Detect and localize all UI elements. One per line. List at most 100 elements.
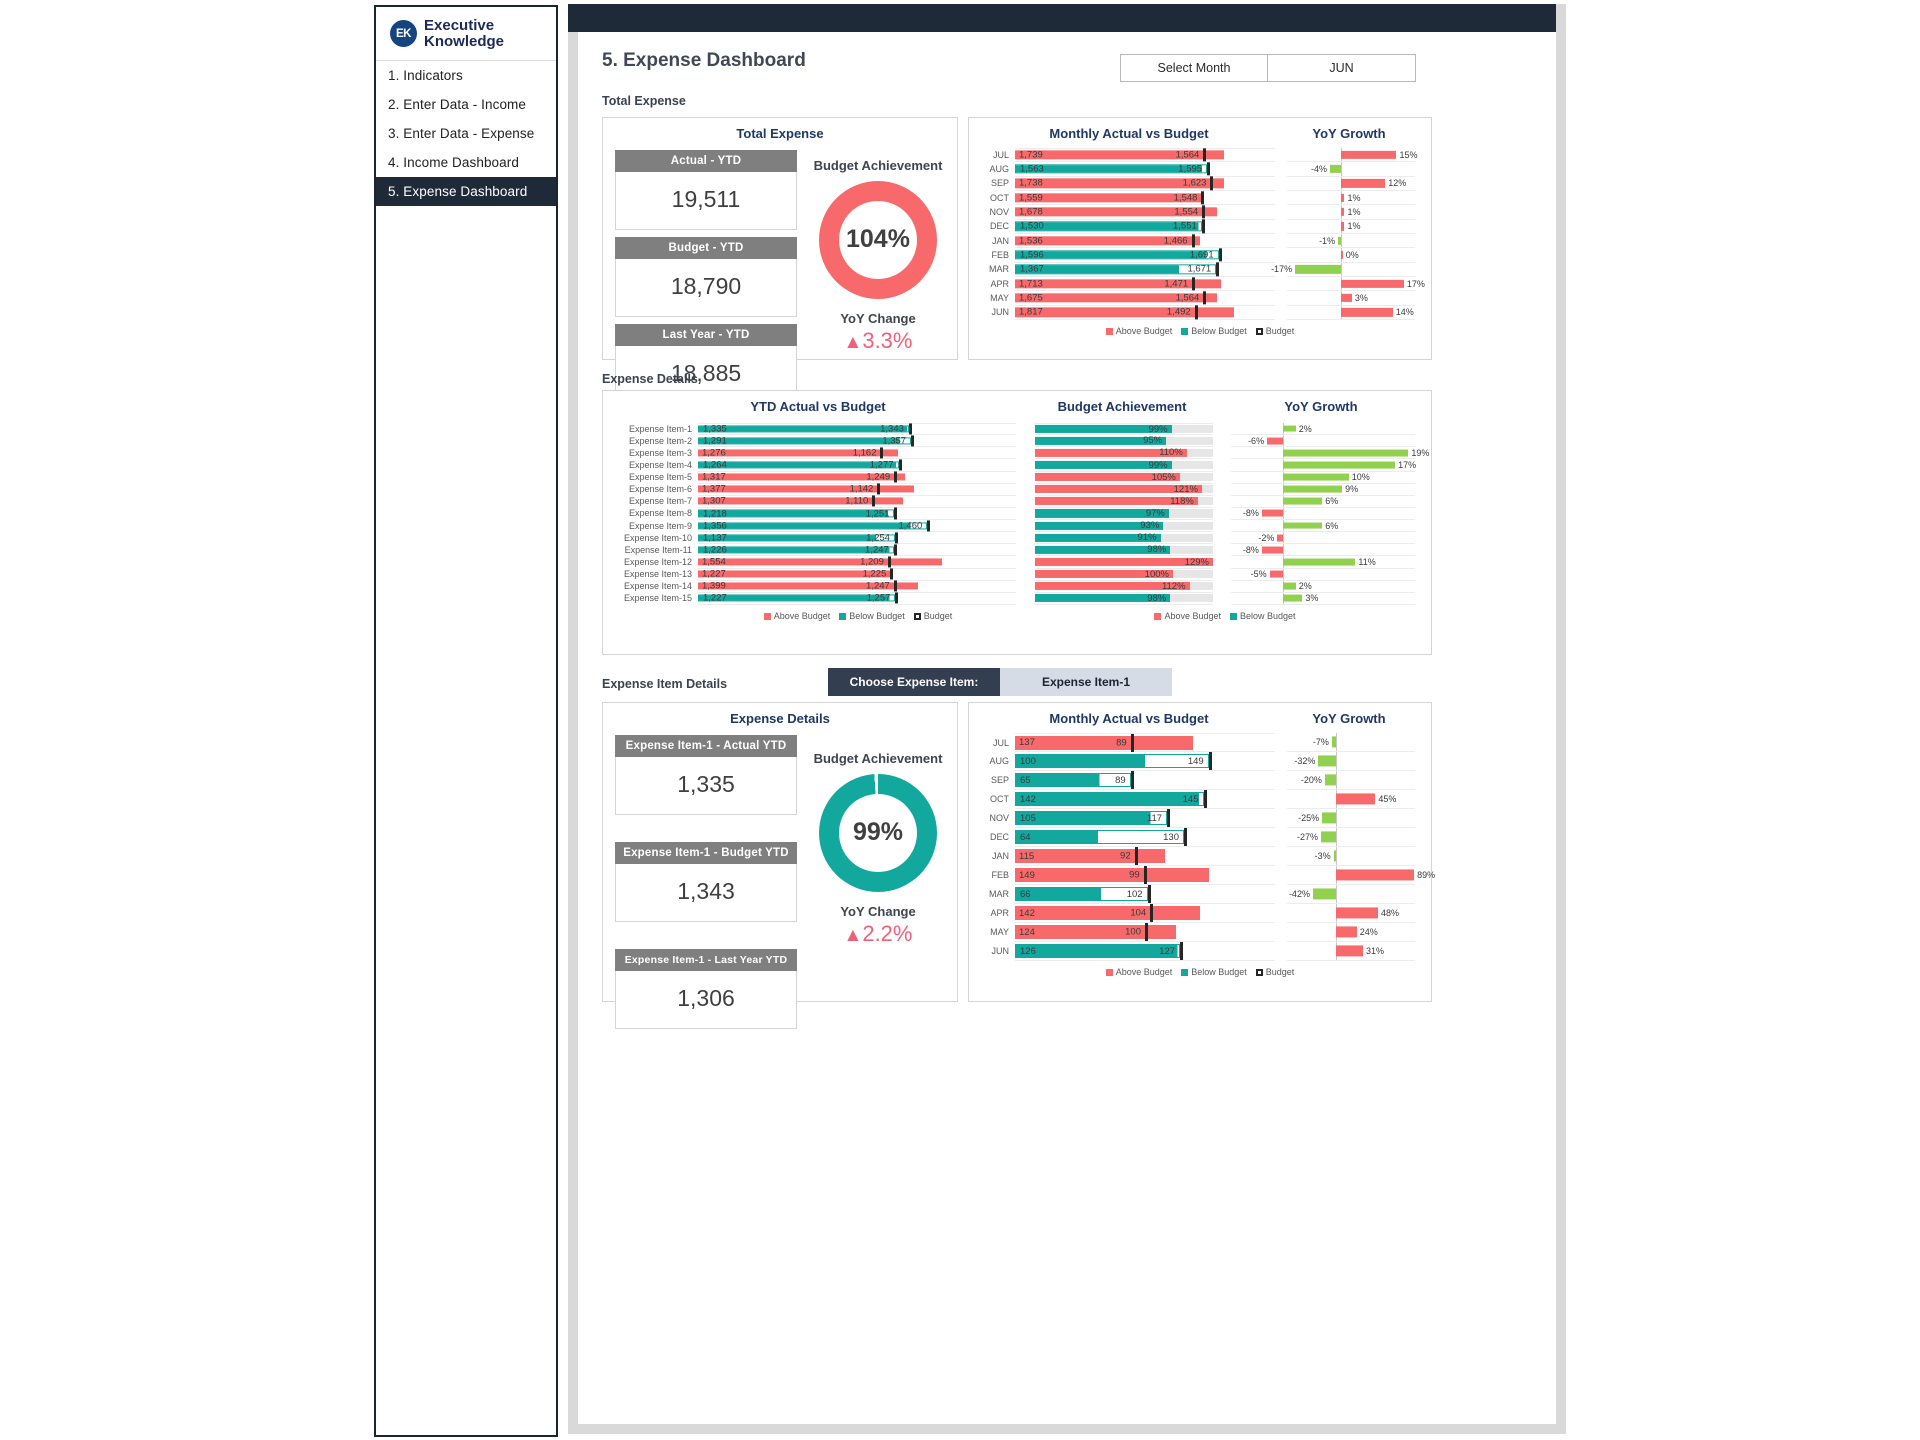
budget-marker — [1203, 291, 1207, 305]
achievement-bar: 100% — [1035, 569, 1173, 580]
bullet-row-label: MAY — [990, 292, 1009, 303]
legend-swatch-icon — [1181, 968, 1189, 976]
month-selector[interactable]: Select Month JUN — [1120, 54, 1416, 82]
bullet-row-label: JUL — [992, 150, 1009, 161]
bullet-budget-value: 1,548 — [1173, 192, 1198, 204]
yoy-arrow-icon: ▲ — [843, 925, 863, 946]
growth-row: -32% — [1287, 752, 1415, 771]
growth-bar — [1324, 774, 1336, 786]
achievement-row: 105% — [1035, 472, 1213, 484]
achievement-value: 99% — [1148, 459, 1168, 471]
growth-value-label: -2% — [1258, 532, 1275, 543]
bullet-row: Expense Item-5 1,317 1,249 — [629, 471, 1016, 484]
budget-marker — [887, 556, 891, 568]
growth-row: 12% — [1287, 177, 1415, 191]
achievement-value: 93% — [1140, 520, 1160, 532]
bullet-actual-value: 1,307 — [702, 495, 726, 507]
section-label-expense-details: Expense Details — [602, 372, 698, 386]
bullet-bar: 1,226 1,247 — [698, 544, 894, 555]
kpi-item-actual-ytd: Expense Item-1 - Actual YTD 1,335 — [615, 735, 797, 815]
growth-row: -1% — [1287, 234, 1415, 249]
bullet-bar: 149 — [1015, 868, 1209, 882]
growth-row: -25% — [1287, 809, 1415, 828]
bullet-row: OCT 1,559 1,548 — [990, 190, 1275, 206]
bullet-row: AUG 1,563 1,595 — [989, 162, 1275, 177]
monthly-chart-legend: Above Budget Below Budget Budget — [969, 326, 1431, 336]
bullet-row-label: JUN — [991, 307, 1010, 318]
bullet-row: Expense Item-3 1,276 1,162 — [629, 447, 1016, 460]
sidebar-item-3[interactable]: 3. Enter Data - Expense — [376, 119, 556, 148]
bullet-budget-value: 99 — [1129, 869, 1140, 881]
sidebar-item-2[interactable]: 2. Enter Data - Income — [376, 90, 556, 119]
bullet-bar: 1,218 1,251 — [698, 508, 895, 519]
sidebar-item-5[interactable]: 5. Expense Dashboard — [376, 177, 556, 206]
item-gauge-title: Budget Achievement — [813, 751, 943, 766]
bullet-budget-value: 130 — [1163, 831, 1179, 843]
kpi-actual-ytd: Actual - YTD 19,511 — [615, 150, 797, 230]
kpi-budget-ytd-label: Budget - YTD — [615, 237, 797, 259]
monthly-growth-chart: 15% -4% 12% 1% 1% 1% -1% 0% -17% 17% 3% 14% — [1271, 148, 1425, 320]
budget-marker — [1134, 847, 1138, 865]
legend-swatch-icon — [1230, 612, 1237, 620]
growth-value-label: 2% — [1298, 581, 1312, 592]
growth-row: -4% — [1287, 162, 1415, 177]
bullet-bar: 1,137 1,254 — [698, 532, 895, 543]
bullet-row: APR 1,713 1,471 — [990, 276, 1275, 292]
bullet-actual-value: 1,264 — [703, 459, 727, 471]
achievement-bar: 121% — [1035, 484, 1202, 495]
growth-value-label: 3% — [1305, 593, 1319, 604]
select-month-value[interactable]: JUN — [1268, 54, 1416, 82]
select-month-label: Select Month — [1120, 54, 1268, 82]
growth-row: -5% — [1231, 569, 1415, 581]
bullet-actual-value: 1,291 — [703, 435, 727, 447]
growth-row: -42% — [1287, 885, 1415, 904]
bullet-row: AUG 100 149 — [989, 752, 1275, 771]
growth-bar — [1261, 509, 1283, 517]
growth-value-label: -17% — [1271, 264, 1293, 275]
sidebar-item-4[interactable]: 4. Income Dashboard — [376, 148, 556, 177]
chooser-value[interactable]: Expense Item-1 — [1000, 668, 1172, 696]
budget-marker — [911, 435, 915, 447]
yoy-percent: 3.3% — [862, 328, 913, 353]
budget-marker — [1207, 162, 1211, 176]
bottom-edge-strip — [568, 1424, 1566, 1434]
window-title-bar — [568, 4, 1564, 32]
sidebar-item-label: 5. Expense Dashboard — [388, 184, 528, 199]
budget-marker — [1208, 752, 1212, 770]
growth-row: 45% — [1287, 790, 1415, 809]
budget-marker — [1191, 233, 1195, 248]
bullet-actual-value: 137 — [1019, 737, 1035, 748]
growth-value-label: 3% — [1354, 292, 1368, 303]
bullet-row: MAR 66 102 — [989, 885, 1275, 904]
bullet-row-label: AUG — [989, 756, 1009, 766]
budget-marker — [1184, 828, 1187, 846]
achievement-bar: 118% — [1035, 496, 1198, 507]
bullet-actual-value: 142 — [1019, 907, 1035, 919]
bullet-row-label: MAR — [989, 264, 1009, 275]
bullet-row: Expense Item-15 1,227 1,257 — [624, 592, 1016, 605]
page-title: 5. Expense Dashboard — [602, 50, 806, 71]
bullet-row-label: NOV — [989, 813, 1009, 823]
growth-bar — [1267, 437, 1283, 445]
achievement-row: 98% — [1035, 593, 1213, 605]
budget-marker — [895, 592, 899, 604]
legend-item: Below Budget — [1230, 611, 1296, 621]
bullet-row: JUL 1,739 1,564 — [993, 148, 1275, 163]
legend-label: Below Budget — [1191, 967, 1247, 977]
bullet-actual-value: 1,678 — [1019, 206, 1043, 218]
item-monthly-bars-chart: JUL 137 89 AUG 100 149 SEP 65 89 OCT 142 145 NOV 105 1… — [989, 733, 1275, 961]
bullet-budget-value: 1,225 — [862, 568, 887, 580]
item-monthly-bars-title: Monthly Actual vs Budget — [1049, 711, 1209, 726]
bullet-actual-value: 1,530 — [1020, 220, 1044, 232]
growth-row: 10% — [1231, 472, 1415, 484]
bullet-budget-value: 1,554 — [1174, 206, 1199, 218]
bullet-bar: 1,264 1,277 — [698, 459, 899, 471]
bullet-row: APR 142 104 — [990, 904, 1275, 923]
brand-logo: EK Executive Knowledge — [376, 7, 556, 61]
expense-item-chooser[interactable]: Choose Expense Item: Expense Item-1 — [828, 668, 1172, 696]
growth-row: 48% — [1287, 904, 1415, 923]
growth-row: 24% — [1287, 923, 1415, 942]
excel-workbook-window: EK Executive Knowledge 1. Indicators 2. E… — [0, 0, 1920, 1440]
sidebar-item-1[interactable]: 1. Indicators — [376, 61, 556, 90]
growth-bar — [1282, 558, 1356, 566]
